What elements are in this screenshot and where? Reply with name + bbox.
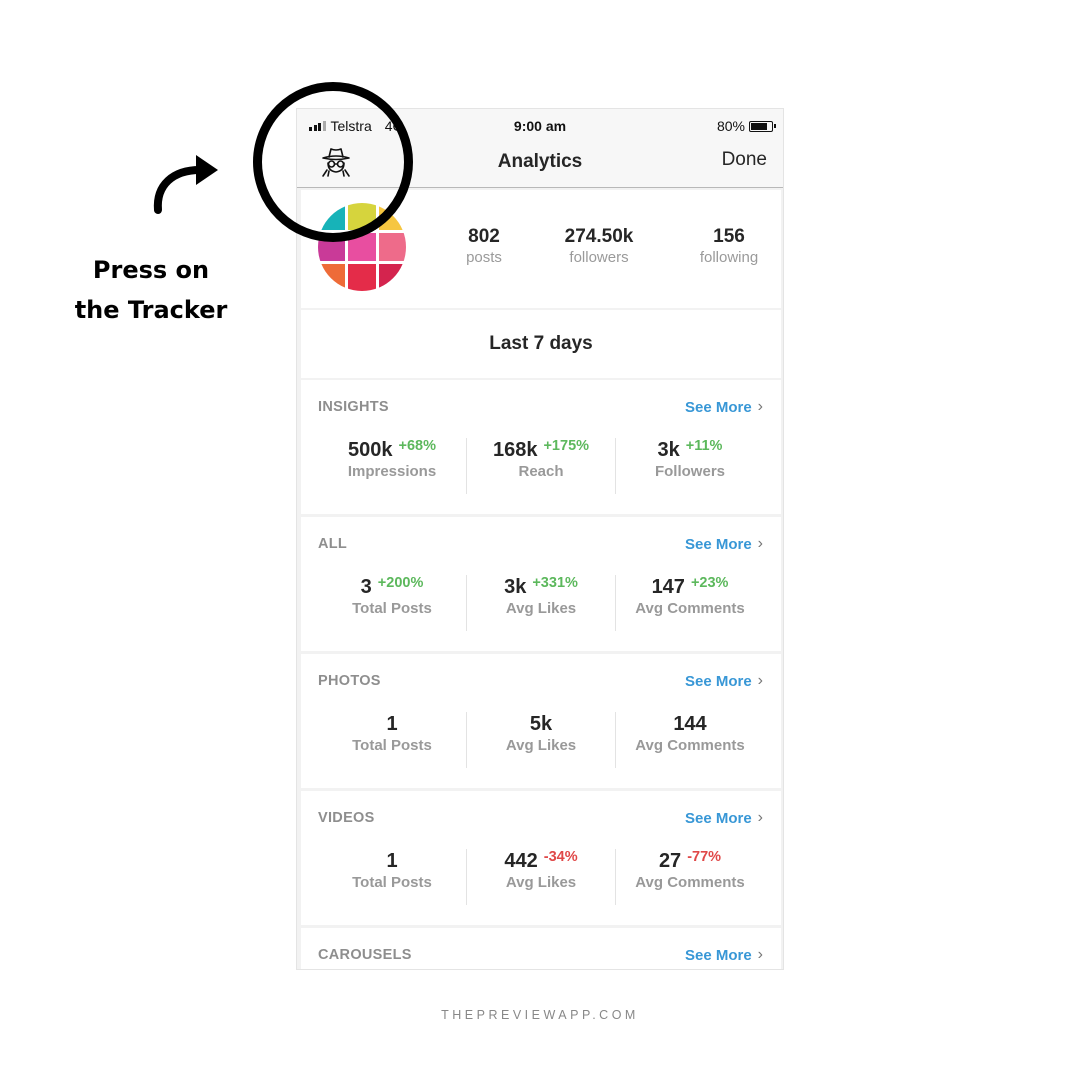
avatar-tile — [378, 263, 406, 291]
metric-total-posts[interactable]: 1 Total Posts — [318, 849, 466, 905]
metric-avg-comments[interactable]: 144 Avg Comments — [615, 712, 764, 768]
see-more-link[interactable]: See More › — [685, 672, 763, 690]
section-carousels: CAROUSELS See More › — [301, 928, 781, 969]
metric-impressions[interactable]: 500k +68% Impressions — [318, 438, 466, 494]
see-more-link[interactable]: See More › — [685, 809, 763, 827]
metric-label: Avg Comments — [635, 874, 745, 891]
caption-line-1: Press on — [92, 256, 210, 284]
metric-value: 168k — [492, 439, 538, 461]
metric-value: 147 — [651, 576, 685, 598]
metric-value: 3k — [504, 576, 527, 598]
section-title: ALL — [318, 536, 348, 552]
metric-change: +200% — [377, 575, 424, 591]
phone-screen: Telstra 4G 9:00 am 80% Analytics Done 80… — [296, 108, 784, 970]
chevron-right-icon: › — [757, 809, 763, 826]
chevron-right-icon: › — [757, 946, 763, 963]
avatar-tile — [318, 263, 346, 291]
metric-followers[interactable]: 3k +11% Followers — [615, 438, 764, 494]
metric-avg-likes[interactable]: 442 -34% Avg Likes — [466, 849, 615, 905]
metric-change: +11% — [685, 438, 723, 454]
stat-label: posts — [466, 249, 502, 266]
profile-stat-followers: 274.50k followers — [544, 226, 654, 268]
metric-label: Avg Likes — [505, 874, 577, 891]
section-all: ALL See More › 3 +200% Total Posts 3k +331%… — [301, 517, 781, 651]
metric-label: Total Posts — [352, 600, 432, 617]
period-selector[interactable]: Last 7 days — [301, 310, 781, 378]
curved-arrow-icon — [153, 155, 218, 214]
metric-avg-comments[interactable]: 27 -77% Avg Comments — [615, 849, 764, 905]
stat-value: 156 — [713, 226, 745, 247]
metric-change: +175% — [543, 438, 590, 454]
stat-value: 274.50k — [564, 226, 634, 247]
metric-total-posts[interactable]: 1 Total Posts — [318, 712, 466, 768]
see-more-label: See More — [684, 535, 752, 553]
section-title: INSIGHTS — [318, 399, 389, 415]
metric-label: Total Posts — [352, 737, 432, 754]
battery-level — [751, 122, 767, 130]
chevron-right-icon: › — [757, 398, 763, 415]
stat-label: following — [699, 249, 759, 266]
see-more-label: See More — [684, 672, 752, 690]
metric-value: 144 — [673, 713, 707, 735]
metric-label: Avg Comments — [635, 737, 745, 754]
profile-stat-posts: 802 posts — [429, 226, 539, 268]
metric-change: +68% — [398, 438, 437, 454]
section-insights: INSIGHTS See More › 500k +68% Impressions … — [301, 380, 781, 514]
battery-percent: 80% — [716, 118, 745, 134]
see-more-link[interactable]: See More › — [685, 398, 763, 416]
section-photos: PHOTOS See More › 1 Total Posts 5k Avg Li… — [301, 654, 781, 788]
metric-value: 1 — [386, 713, 398, 735]
metric-value: 5k — [529, 713, 553, 735]
chevron-right-icon: › — [757, 672, 763, 689]
metrics-row: 1 Total Posts 442 -34% Avg Likes 27 -77% A… — [318, 849, 764, 905]
caption-line-2: the Tracker — [74, 296, 228, 324]
avatar-tile — [348, 263, 376, 291]
metrics-row: 500k +68% Impressions 168k +175% Reach 3k +… — [318, 438, 764, 494]
metric-value: 1 — [386, 850, 398, 872]
section-title: CAROUSELS — [318, 947, 412, 963]
metric-value: 500k — [348, 439, 393, 461]
metric-avg-comments[interactable]: 147 +23% Avg Comments — [615, 575, 764, 631]
see-more-label: See More — [684, 946, 752, 964]
instruction-caption: Press on the Tracker — [56, 250, 246, 330]
chevron-right-icon: › — [757, 535, 763, 552]
metric-value: 3k — [657, 439, 680, 461]
profile-stat-following: 156 following — [674, 226, 783, 268]
battery-icon — [749, 120, 776, 132]
highlight-circle — [253, 82, 413, 242]
metric-change: +331% — [532, 575, 578, 591]
metric-label: Total Posts — [352, 874, 432, 891]
done-button[interactable]: Done — [722, 149, 767, 171]
metric-change: -77% — [687, 849, 722, 865]
metric-label: Followers — [654, 463, 725, 480]
metric-value: 442 — [504, 850, 538, 872]
see-more-link[interactable]: See More › — [685, 946, 763, 964]
metrics-row: 3 +200% Total Posts 3k +331% Avg Likes 147… — [318, 575, 764, 631]
see-more-label: See More — [684, 809, 752, 827]
metric-label: Avg Likes — [505, 737, 577, 754]
metric-change: -34% — [543, 849, 578, 865]
section-title: PHOTOS — [318, 673, 381, 689]
metric-reach[interactable]: 168k +175% Reach — [466, 438, 615, 494]
metric-label: Avg Likes — [505, 600, 577, 617]
stat-label: followers — [569, 249, 629, 266]
see-more-label: See More — [684, 398, 752, 416]
metric-value: 27 — [658, 850, 682, 872]
metric-change: +23% — [690, 575, 729, 591]
metric-avg-likes[interactable]: 5k Avg Likes — [466, 712, 615, 768]
section-videos: VIDEOS See More › 1 Total Posts 442 -34% A… — [301, 791, 781, 925]
avatar-tile — [378, 233, 406, 261]
metric-total-posts[interactable]: 3 +200% Total Posts — [318, 575, 466, 631]
metric-value: 3 — [360, 576, 372, 598]
metric-label: Impressions — [347, 463, 437, 480]
metrics-row: 1 Total Posts 5k Avg Likes 144 Avg Comme… — [318, 712, 764, 768]
stat-value: 802 — [468, 226, 500, 247]
metric-label: Avg Comments — [635, 600, 745, 617]
metric-avg-likes[interactable]: 3k +331% Avg Likes — [466, 575, 615, 631]
see-more-link[interactable]: See More › — [685, 535, 763, 553]
metric-label: Reach — [518, 463, 564, 480]
section-title: VIDEOS — [318, 810, 375, 826]
footer-watermark: THEPREVIEWAPP.COM — [441, 1008, 639, 1022]
